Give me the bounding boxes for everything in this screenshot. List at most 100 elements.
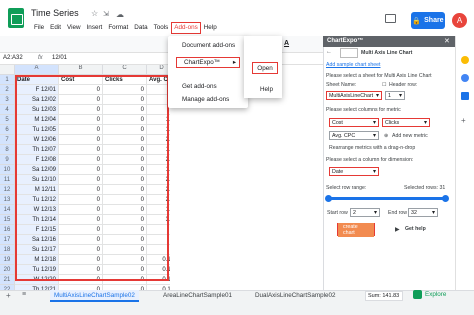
row-header[interactable]: 5: [0, 115, 15, 125]
slider-start-handle[interactable]: [325, 195, 332, 202]
row-header[interactable]: 10: [0, 165, 15, 175]
end-row-label: End row: [388, 210, 408, 216]
calendar-icon[interactable]: [461, 92, 469, 100]
metric-select-clicks[interactable]: Clicks: [382, 118, 430, 127]
row-header[interactable]: 12: [0, 185, 15, 195]
row-range-label: Select row range:: [326, 185, 367, 191]
add-sheet-icon[interactable]: +: [6, 291, 11, 300]
header-row-checkbox[interactable]: ☐: [382, 82, 387, 88]
move-folder-icon[interactable]: ⇲: [103, 10, 109, 18]
star-icon[interactable]: ☆: [91, 9, 98, 18]
selected-rows-count: Selected rows: 31: [404, 185, 446, 191]
menu-insert[interactable]: Insert: [84, 22, 106, 34]
back-arrow-icon[interactable]: ←: [326, 49, 332, 55]
header-row-select[interactable]: 1: [385, 91, 405, 100]
row-header[interactable]: 15: [0, 215, 15, 225]
chart-type-label: Multi Axis Line Chart: [361, 50, 413, 56]
row-header[interactable]: 8: [0, 145, 15, 155]
dimension-label: Please select a column for dimension:: [326, 157, 414, 163]
menu-bar: File Edit View Insert Format Data Tools …: [31, 22, 220, 34]
row-header[interactable]: 21: [0, 275, 15, 285]
tab-arealine[interactable]: AreaLineChartSample01: [159, 290, 236, 302]
menu-tools[interactable]: Tools: [151, 22, 172, 34]
start-row-label: Start row: [327, 210, 348, 216]
get-help-link[interactable]: Get help: [405, 226, 426, 232]
column-header-c[interactable]: C: [103, 65, 147, 75]
menu-item-open[interactable]: Open: [252, 62, 278, 74]
row-header[interactable]: 3: [0, 95, 15, 105]
slider-end-handle[interactable]: [442, 195, 449, 202]
tasks-icon[interactable]: [461, 74, 469, 82]
metric-select-avg-cpc[interactable]: Avg. CPC: [329, 131, 379, 140]
chartexpo-label: ChartExpo™: [184, 59, 221, 66]
explore-button[interactable]: Explore: [413, 290, 446, 299]
sum-indicator[interactable]: Sum: 141.83: [365, 291, 403, 301]
spreadsheet-grid: A B C D 1DateCostClicksAvg. C2F 12/01000…: [0, 65, 170, 290]
menu-item-help[interactable]: Help: [244, 86, 282, 93]
document-title[interactable]: Time Series: [31, 8, 79, 18]
row-header[interactable]: 14: [0, 205, 15, 215]
name-box[interactable]: A2:A32: [3, 55, 33, 64]
selection-highlight: [15, 75, 169, 281]
share-button[interactable]: 🔒 Share: [411, 12, 445, 29]
add-icon[interactable]: +: [461, 116, 466, 125]
comment-icon[interactable]: [385, 14, 396, 23]
header-row-label: Header row:: [389, 82, 418, 88]
explore-icon: [413, 290, 422, 299]
menu-view[interactable]: View: [64, 22, 84, 34]
column-header-b[interactable]: B: [59, 65, 103, 75]
menu-item-manage-add-ons[interactable]: Manage add-ons: [168, 96, 248, 103]
row-header[interactable]: 9: [0, 155, 15, 165]
keep-icon[interactable]: [461, 56, 469, 64]
sheet-name-label: Sheet Name:: [326, 82, 357, 88]
add-new-metric-link[interactable]: Add new metric: [392, 133, 428, 139]
menu-file[interactable]: File: [31, 22, 47, 34]
menu-add-ons[interactable]: Add-ons: [171, 22, 201, 34]
select-sheet-label: Please select a sheet for Multi Axis Lin…: [326, 73, 432, 79]
menu-edit[interactable]: Edit: [47, 22, 64, 34]
menu-data[interactable]: Data: [131, 22, 150, 34]
sheet-name-select[interactable]: MultiAxisLineChart: [326, 91, 382, 100]
add-ons-menu: Document add-ons Get add-ons Manage add-…: [168, 36, 248, 108]
dimension-select[interactable]: Date: [329, 167, 379, 176]
row-header[interactable]: 1: [0, 75, 15, 85]
menu-format[interactable]: Format: [105, 22, 131, 34]
end-row-input[interactable]: 32: [408, 208, 438, 217]
menu-item-document-add-ons[interactable]: Document add-ons: [168, 42, 248, 49]
row-range-slider[interactable]: [325, 195, 449, 202]
create-chart-button[interactable]: create chart: [337, 222, 375, 237]
row-header[interactable]: 2: [0, 85, 15, 95]
start-row-input[interactable]: 2: [350, 208, 380, 217]
row-header[interactable]: 19: [0, 255, 15, 265]
row-header[interactable]: 18: [0, 245, 15, 255]
video-icon: ▶: [395, 227, 400, 233]
row-header[interactable]: 11: [0, 175, 15, 185]
row-header[interactable]: 20: [0, 265, 15, 275]
menu-item-chartexpo[interactable]: ChartExpo™ ▸: [176, 57, 240, 68]
add-sample-chart-link[interactable]: Add sample chart sheet: [326, 62, 381, 68]
tab-dualaxis[interactable]: DualAxisLineChartSample02: [251, 290, 340, 302]
text-color-icon[interactable]: A: [284, 40, 289, 47]
menu-item-get-add-ons[interactable]: Get add-ons: [168, 83, 248, 90]
row-header[interactable]: 4: [0, 105, 15, 115]
row-header[interactable]: 17: [0, 235, 15, 245]
formula-input[interactable]: 12/01: [52, 55, 67, 61]
menu-help[interactable]: Help: [201, 22, 220, 34]
side-panel-strip: +: [455, 36, 474, 290]
column-header-d[interactable]: D: [147, 65, 170, 75]
add-metric-icon[interactable]: ⊕: [384, 133, 388, 139]
metric-select-cost[interactable]: Cost: [329, 118, 379, 127]
all-sheets-icon[interactable]: ≡: [22, 291, 26, 298]
lock-icon: 🔒: [412, 17, 422, 25]
row-header[interactable]: 13: [0, 195, 15, 205]
select-all-corner[interactable]: [0, 65, 15, 75]
row-header[interactable]: 16: [0, 225, 15, 235]
tab-multiaxis[interactable]: MultiAxisLineChartSample02: [50, 290, 139, 302]
close-icon[interactable]: ✕: [444, 37, 450, 45]
avatar[interactable]: A: [452, 13, 467, 28]
row-header[interactable]: 6: [0, 125, 15, 135]
sheets-logo-icon[interactable]: [8, 8, 24, 28]
row-header[interactable]: 7: [0, 135, 15, 145]
column-header-a[interactable]: A: [15, 65, 59, 75]
explore-label: Explore: [425, 291, 447, 298]
